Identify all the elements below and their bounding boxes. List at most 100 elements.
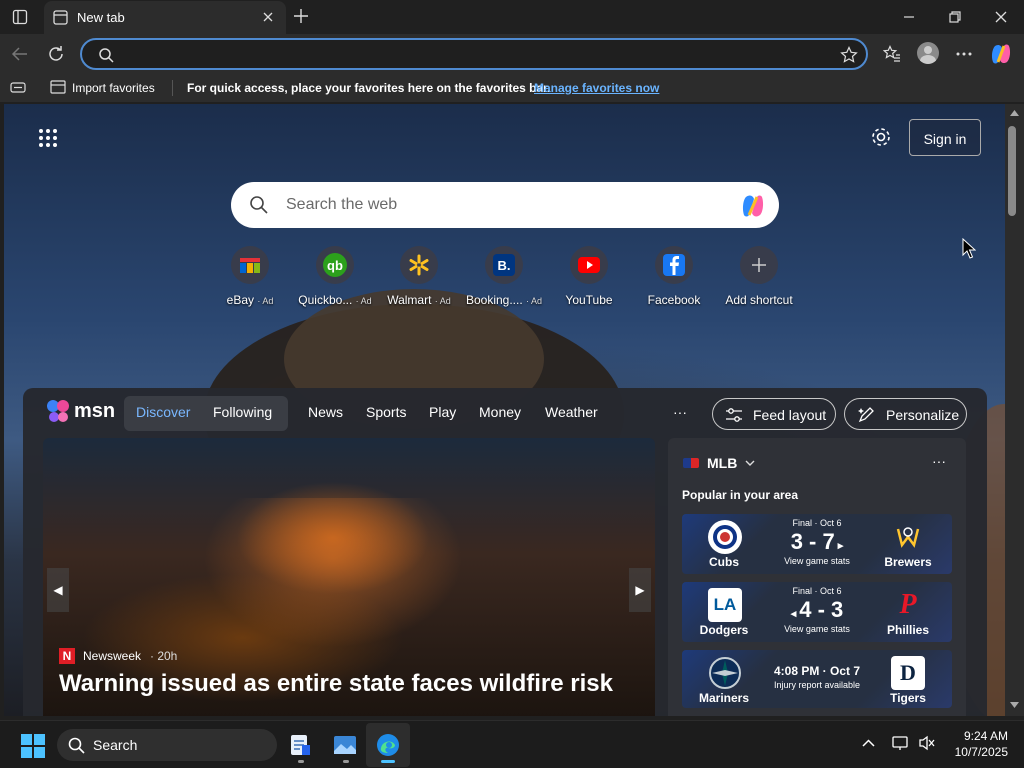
nav-news[interactable]: News bbox=[308, 404, 343, 420]
story-age: · 20h bbox=[150, 649, 178, 663]
sign-in-button[interactable]: Sign in bbox=[909, 119, 981, 156]
notepad-app-icon[interactable] bbox=[288, 733, 312, 757]
carousel-prev-icon[interactable]: ◀ bbox=[47, 568, 69, 612]
settings-gear-icon[interactable] bbox=[870, 126, 892, 148]
shortcut-youtube[interactable]: YouTube bbox=[544, 244, 634, 307]
new-tab-icon[interactable] bbox=[293, 8, 309, 24]
shortcut-walmart[interactable]: Walmart · Ad bbox=[374, 244, 464, 307]
minimize-icon[interactable] bbox=[902, 10, 916, 24]
story-headline[interactable]: Warning issued as entire state faces wil… bbox=[59, 670, 613, 698]
tab-following[interactable]: Following bbox=[213, 404, 272, 420]
tab-discover[interactable]: Discover bbox=[136, 404, 190, 420]
add-shortcut-button[interactable]: Add shortcut bbox=[714, 244, 804, 307]
sign-in-label: Sign in bbox=[923, 131, 967, 147]
nav-play[interactable]: Play bbox=[429, 404, 456, 420]
windows-start-icon[interactable] bbox=[21, 734, 45, 758]
story-source: Newsweek bbox=[83, 649, 142, 663]
ad-badge: · Ad bbox=[257, 296, 274, 306]
msn-butterfly-icon bbox=[47, 400, 69, 422]
import-favorites-icon bbox=[50, 80, 66, 94]
shortcut-label: Add shortcut bbox=[725, 293, 793, 307]
nav-more-button[interactable]: ··· bbox=[673, 404, 687, 420]
restore-icon[interactable] bbox=[948, 10, 962, 24]
sparkle-pen-icon bbox=[858, 407, 874, 423]
network-icon[interactable] bbox=[892, 735, 910, 751]
nav-weather[interactable]: Weather bbox=[545, 404, 598, 420]
game-status: 4:08 PM · Oct 7 Injury report available bbox=[762, 664, 872, 690]
nav-money[interactable]: Money bbox=[479, 404, 521, 420]
show-hidden-icons-chevron-icon[interactable] bbox=[862, 739, 875, 747]
close-window-icon[interactable] bbox=[994, 10, 1008, 24]
edge-app-button[interactable] bbox=[366, 723, 410, 767]
scroll-down-icon[interactable] bbox=[1010, 702, 1019, 708]
quickbooks-icon: qb bbox=[316, 246, 354, 284]
more-menu-icon[interactable] bbox=[955, 52, 973, 56]
import-favorites-button[interactable]: Import favorites bbox=[72, 81, 155, 95]
view-game-stats-link[interactable]: View game stats bbox=[762, 624, 872, 634]
mlb-scores-card: MLB ··· Popular in your area Cubs Final … bbox=[668, 438, 966, 716]
feed-layout-button[interactable]: Feed layout bbox=[712, 398, 836, 430]
ad-badge: · Ad bbox=[526, 296, 543, 306]
manage-favorites-link[interactable]: Manage favorites now bbox=[534, 81, 659, 95]
favorite-star-icon[interactable] bbox=[840, 46, 858, 64]
taskbar-search[interactable]: Search bbox=[57, 729, 277, 761]
feed-layout-label: Feed layout bbox=[753, 407, 827, 423]
personalize-button[interactable]: Personalize bbox=[844, 398, 967, 430]
chevron-down-icon[interactable] bbox=[745, 459, 755, 467]
clock[interactable]: 9:24 AM 10/7/2025 bbox=[946, 728, 1008, 760]
web-search-box[interactable]: Search the web bbox=[231, 182, 779, 228]
carousel-next-icon[interactable]: ▶ bbox=[629, 568, 651, 612]
reading-view-icon[interactable] bbox=[10, 81, 26, 95]
toolbar bbox=[0, 34, 1024, 74]
tab-new-tab[interactable]: New tab bbox=[44, 1, 286, 34]
shortcut-ebay[interactable]: eBay · Ad bbox=[205, 244, 295, 307]
shortcut-label: Walmart bbox=[387, 293, 432, 307]
tab-actions-icon[interactable] bbox=[12, 9, 28, 25]
profile-avatar-icon[interactable] bbox=[917, 42, 939, 64]
active-app-indicator bbox=[381, 760, 395, 763]
nav-sports[interactable]: Sports bbox=[366, 404, 406, 420]
sliders-icon bbox=[726, 408, 742, 422]
favorites-bar: Import favorites For quick access, place… bbox=[0, 74, 1024, 102]
running-indicator bbox=[343, 760, 349, 763]
shortcut-quickbooks[interactable]: qb Quickbo... · Ad bbox=[290, 244, 380, 307]
hero-story-card[interactable]: ◀ ▶ N Newsweek · 20h Warning issued as e… bbox=[43, 438, 655, 716]
refresh-icon[interactable] bbox=[47, 45, 65, 63]
personalize-label: Personalize bbox=[886, 407, 960, 423]
title-bar: New tab bbox=[0, 0, 1024, 34]
tab-title: New tab bbox=[77, 10, 125, 25]
favorites-icon[interactable] bbox=[883, 45, 901, 63]
svg-text:B.: B. bbox=[498, 258, 511, 273]
scrollbar-thumb[interactable] bbox=[1008, 126, 1016, 216]
game-card[interactable]: Cubs Final · Oct 6 3 - 7 ▸ View game sta… bbox=[682, 514, 952, 574]
game-card[interactable]: Mariners 4:08 PM · Oct 7 Injury report a… bbox=[682, 650, 952, 708]
shortcut-label: Quickbo... bbox=[298, 293, 353, 307]
copilot-icon[interactable] bbox=[739, 192, 767, 220]
game-card[interactable]: LA Dodgers Final · Oct 6 ◂ 4 - 3 View ga… bbox=[682, 582, 952, 642]
shortcut-booking[interactable]: B. Booking.... · Ad bbox=[459, 244, 549, 307]
injury-report-link[interactable]: Injury report available bbox=[762, 680, 872, 690]
mlb-logo-icon bbox=[683, 458, 699, 468]
favorites-bar-message: For quick access, place your favorites h… bbox=[187, 81, 551, 95]
mlb-title[interactable]: MLB bbox=[707, 455, 737, 471]
volume-muted-icon[interactable] bbox=[918, 735, 936, 751]
copilot-icon[interactable] bbox=[989, 42, 1013, 66]
shortcut-label: eBay bbox=[226, 293, 254, 307]
mariners-logo-icon bbox=[708, 656, 742, 690]
home-team: Dodgers bbox=[699, 623, 749, 637]
apps-launcher-icon[interactable] bbox=[38, 128, 58, 148]
msn-feed: msn Discover Following News Sports Play … bbox=[23, 388, 987, 716]
edge-browser-icon bbox=[376, 733, 400, 757]
address-bar[interactable] bbox=[80, 38, 868, 70]
booking-icon: B. bbox=[485, 246, 523, 284]
msn-logo[interactable]: msn bbox=[45, 398, 115, 424]
back-icon[interactable] bbox=[11, 45, 29, 63]
close-tab-icon[interactable] bbox=[262, 11, 274, 23]
mlb-more-button[interactable]: ··· bbox=[932, 453, 946, 469]
photos-app-icon[interactable] bbox=[333, 733, 357, 757]
shortcut-label: Booking.... bbox=[465, 293, 523, 307]
scroll-up-icon[interactable] bbox=[1010, 110, 1019, 116]
home-team: Cubs bbox=[709, 555, 739, 569]
shortcut-facebook[interactable]: Facebook bbox=[629, 244, 719, 307]
view-game-stats-link[interactable]: View game stats bbox=[762, 556, 872, 566]
